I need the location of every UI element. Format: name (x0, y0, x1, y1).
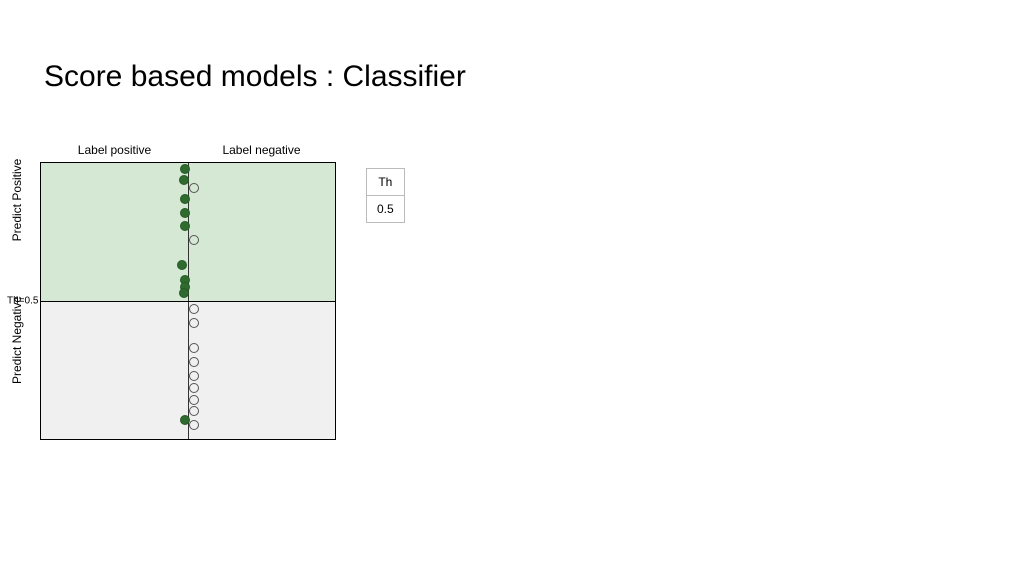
data-point (189, 318, 199, 328)
row-label-negative: Predict Negative (10, 270, 24, 410)
page-title: Score based models : Classifier (44, 60, 466, 94)
threshold-table-value: 0.5 (367, 196, 404, 222)
data-point (189, 395, 199, 405)
data-point (180, 194, 190, 204)
classifier-chart: Label positive Label negative Predict Po… (40, 162, 336, 440)
threshold-line (41, 301, 335, 302)
threshold-table: Th 0.5 (366, 168, 405, 223)
column-label-negative: Label negative (188, 143, 335, 157)
data-point (189, 343, 199, 353)
row-label-positive: Predict Positive (10, 130, 24, 270)
data-point (189, 406, 199, 416)
data-point (189, 371, 199, 381)
data-point (189, 383, 199, 393)
data-point (189, 357, 199, 367)
threshold-table-header: Th (367, 169, 404, 196)
data-point (189, 183, 199, 193)
threshold-marker-label: Th=0.5 (7, 296, 38, 307)
data-point (189, 420, 199, 430)
data-point (179, 175, 189, 185)
data-point (189, 235, 199, 245)
data-point (177, 260, 187, 270)
data-point (180, 164, 190, 174)
data-point (180, 208, 190, 218)
data-point (179, 288, 189, 298)
data-point (180, 221, 190, 231)
column-label-positive: Label positive (41, 143, 188, 157)
data-point (189, 304, 199, 314)
